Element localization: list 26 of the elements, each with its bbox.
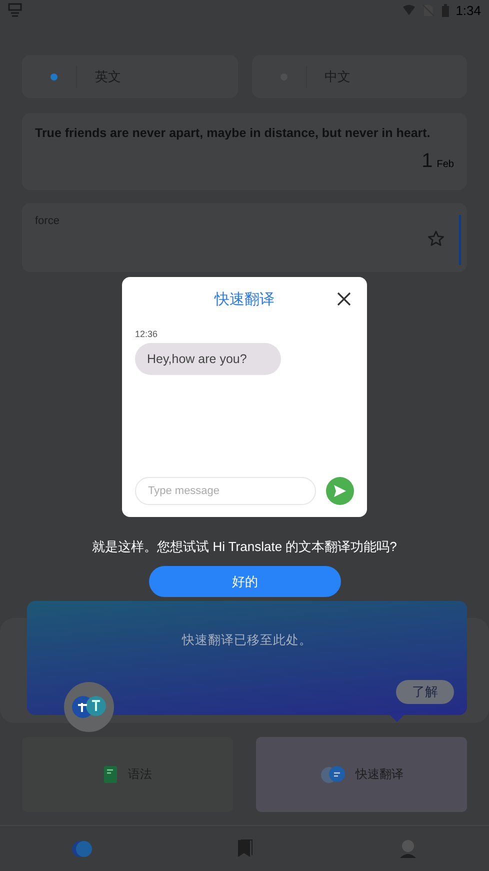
ok-button[interactable]: 好的: [149, 566, 341, 597]
prompt-text: 就是这样。您想试试 Hi Translate 的文本翻译功能吗?: [91, 538, 398, 556]
chat-bubbles-icon: [320, 765, 346, 784]
profile-icon[interactable]: [398, 839, 416, 859]
send-button[interactable]: [326, 477, 354, 505]
status-time: 1:34: [456, 2, 481, 18]
tooltip-pointer: [390, 715, 404, 722]
send-icon: [333, 484, 347, 498]
book-icon: [103, 765, 118, 784]
translate-icon[interactable]: [70, 839, 92, 859]
got-it-button[interactable]: 了解: [396, 680, 454, 704]
dialog-title: 快速翻译: [214, 290, 274, 308]
bookmark-icon[interactable]: [236, 839, 254, 859]
date-month: Feb: [436, 159, 454, 170]
message-input[interactable]: Type message: [135, 477, 316, 505]
star-icon[interactable]: [427, 230, 445, 248]
wifi-icon: [402, 4, 416, 16]
close-button[interactable]: [336, 291, 352, 307]
message-time: 12:36: [135, 329, 159, 339]
app-logo-icon: [64, 682, 114, 732]
tooltip-text: 快速翻译已移至此处。: [180, 632, 313, 649]
message-bubble: Hey,how are you?: [135, 343, 281, 375]
close-icon: [336, 291, 352, 307]
notification-icon: [8, 3, 22, 17]
battery-icon: [440, 4, 450, 16]
feature-button[interactable]: 快速翻译: [256, 737, 467, 812]
